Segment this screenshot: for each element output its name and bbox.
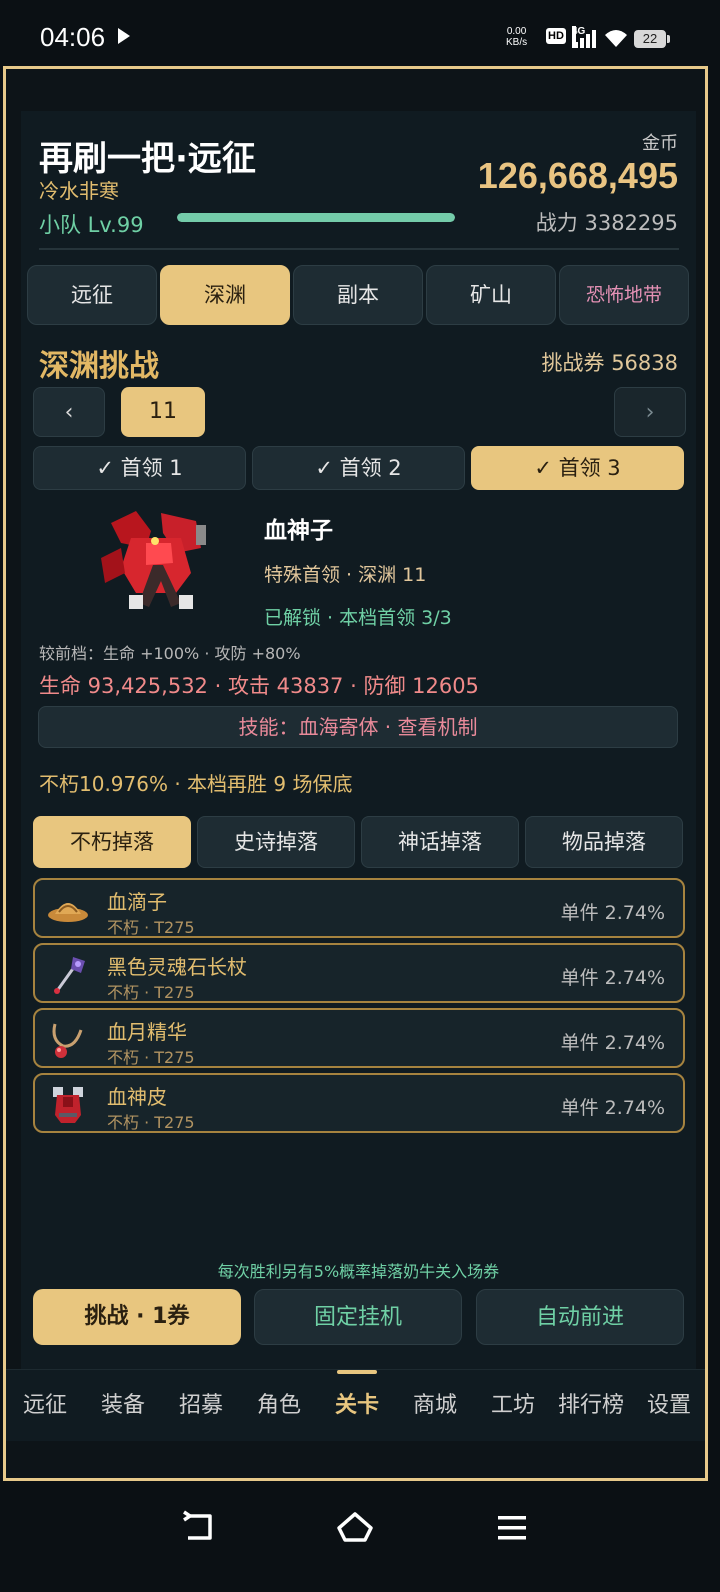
tab-item-drops[interactable]: 物品掉落	[525, 816, 683, 868]
tab-boss-1[interactable]: ✓ 首领 1	[33, 446, 246, 490]
nav-expedition[interactable]: 远征	[6, 1370, 84, 1442]
drop-item-rate: 单件 2.74%	[560, 1032, 665, 1054]
drop-item[interactable]: 血神皮 不朽 · T275 单件 2.74%	[33, 1073, 685, 1133]
drop-item[interactable]: 血月精华 不朽 · T275 单件 2.74%	[33, 1008, 685, 1068]
drop-item[interactable]: 黑色灵魂石长杖 不朽 · T275 单件 2.74%	[33, 943, 685, 1003]
drop-item[interactable]: 血滴子 不朽 · T275 单件 2.74%	[33, 878, 685, 938]
boss-name: 血神子	[264, 518, 333, 544]
game-frame: 再刷一把·远征 冷水非寒 小队 Lv.99 金币 126,668,495 战力 …	[3, 66, 708, 1481]
bonus-drop-note: 每次胜利另有5%概率掉落奶牛关入场券	[217, 1262, 500, 1281]
nav-settings[interactable]: 设置	[630, 1370, 708, 1442]
menu-icon[interactable]	[492, 1508, 532, 1548]
main-panel: 再刷一把·远征 冷水非寒 小队 Lv.99 金币 126,668,495 战力 …	[21, 111, 696, 1371]
bottom-nav: 远征 装备 招募 角色 关卡 商城 工坊 排行榜 设置	[6, 1369, 705, 1441]
drop-item-name: 血滴子	[107, 890, 167, 914]
nav-stages[interactable]: 关卡	[318, 1370, 396, 1442]
drop-item-rate: 单件 2.74%	[560, 902, 665, 924]
staff-icon	[54, 957, 85, 994]
abyss-level[interactable]: 11	[121, 387, 205, 437]
boss-unlock-status: 已解锁 · 本档首领 3/3	[264, 607, 452, 629]
back-icon[interactable]	[180, 1508, 220, 1548]
auto-advance-button[interactable]: 自动前进	[476, 1289, 684, 1345]
combat-power: 战力 3382295	[535, 211, 678, 235]
status-bar: 04:06 0.00 KB/s HD 4G 22	[0, 0, 720, 66]
armor-icon	[53, 1087, 83, 1123]
drop-item-rate: 单件 2.74%	[560, 967, 665, 989]
drop-item-name: 黑色灵魂石长杖	[107, 955, 247, 979]
drop-list: 血滴子 不朽 · T275 单件 2.74% 黑色灵魂石长杖 不朽 · T275…	[33, 878, 685, 1138]
play-icon	[118, 28, 130, 44]
boss-stats: 生命 93,425,532 · 攻击 43837 · 防御 12605	[39, 674, 479, 698]
boss-tabs: ✓ 首领 1 ✓ 首领 2 ✓ 首领 3	[33, 446, 686, 492]
hat-icon	[48, 903, 88, 922]
tab-mine[interactable]: 矿山	[426, 265, 556, 325]
tab-mythic-drops[interactable]: 神话掉落	[361, 816, 519, 868]
drop-item-rate: 单件 2.74%	[560, 1097, 665, 1119]
drop-item-tier: 不朽 · T275	[107, 983, 195, 1002]
tab-abyss[interactable]: 深渊	[160, 265, 290, 325]
tab-expedition[interactable]: 远征	[27, 265, 157, 325]
ticket-count: 挑战券 56838	[541, 351, 678, 375]
drop-item-name: 血月精华	[107, 1020, 187, 1044]
nav-leaderboard[interactable]: 排行榜	[552, 1370, 630, 1442]
fixed-idle-button[interactable]: 固定挂机	[254, 1289, 462, 1345]
drop-item-tier: 不朽 · T275	[107, 918, 195, 937]
skill-info-button[interactable]: 技能：血海寄体 · 查看机制	[38, 706, 678, 748]
boss-type: 特殊首领 · 深渊 11	[264, 564, 427, 586]
hd-icon: HD	[546, 28, 566, 44]
net-speed-value: 0.00	[506, 26, 527, 37]
drop-item-tier: 不朽 · T275	[107, 1113, 195, 1132]
battery-icon: 22	[634, 30, 670, 48]
level-progress-fill	[177, 213, 455, 222]
boss-sprite	[101, 511, 206, 609]
tab-immortal-drops[interactable]: 不朽掉落	[33, 816, 191, 868]
prev-level-button[interactable]: ‹	[33, 387, 105, 437]
tier-comparison: 较前档：生命 +100% · 攻防 +80%	[39, 644, 301, 663]
necklace-icon	[52, 1023, 83, 1058]
nav-character[interactable]: 角色	[240, 1370, 318, 1442]
challenge-button[interactable]: 挑战 · 1券	[33, 1289, 241, 1345]
net-speed-unit: KB/s	[506, 37, 528, 48]
tab-dungeon[interactable]: 副本	[293, 265, 423, 325]
next-level-button[interactable]: ›	[614, 387, 686, 437]
abyss-title: 深渊挑战	[39, 349, 159, 384]
nav-equipment[interactable]: 装备	[84, 1370, 162, 1442]
nav-recruit[interactable]: 招募	[162, 1370, 240, 1442]
gold-label: 金币	[642, 133, 678, 154]
nav-workshop[interactable]: 工坊	[474, 1370, 552, 1442]
player-name: 冷水非寒	[39, 179, 119, 203]
net-speed: 0.00 KB/s	[506, 26, 527, 48]
level-progress-bar	[177, 213, 455, 222]
divider	[39, 248, 679, 250]
wifi-icon	[605, 30, 627, 47]
status-time: 04:06	[40, 22, 106, 52]
tab-terror-zone[interactable]: 恐怖地带	[559, 265, 689, 325]
drop-item-tier: 不朽 · T275	[107, 1048, 195, 1067]
game-title: 再刷一把·远征	[39, 139, 256, 179]
drop-pity-info: 不朽10.976% · 本档再胜 9 场保底	[39, 772, 353, 796]
drop-item-name: 血神皮	[107, 1085, 167, 1109]
nav-shop[interactable]: 商城	[396, 1370, 474, 1442]
system-nav-bar	[0, 1484, 720, 1592]
tab-epic-drops[interactable]: 史诗掉落	[197, 816, 355, 868]
team-level: 小队 Lv.99	[39, 213, 144, 237]
home-icon[interactable]	[335, 1508, 375, 1548]
tab-boss-3[interactable]: ✓ 首领 3	[471, 446, 684, 490]
gold-value: 126,668,495	[477, 155, 678, 196]
drop-tabs: 不朽掉落 史诗掉落 神话掉落 物品掉落	[33, 816, 686, 868]
tab-boss-2[interactable]: ✓ 首领 2	[252, 446, 465, 490]
signal-icon: 4G	[572, 26, 598, 48]
mode-tabs: 远征 深渊 副本 矿山 恐怖地带	[27, 265, 692, 327]
